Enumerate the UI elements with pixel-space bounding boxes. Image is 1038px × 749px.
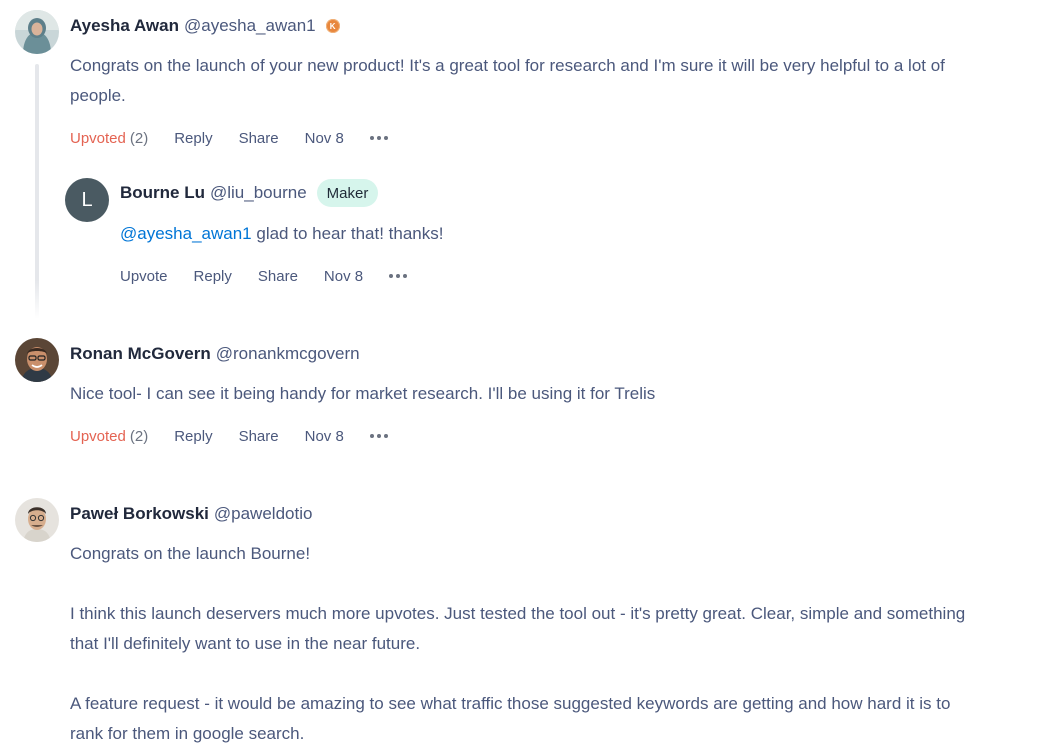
share-button[interactable]: Share <box>239 428 279 445</box>
upvote-count: (2) <box>129 427 149 445</box>
comment-actions: Upvoted (2) Reply Share Nov 8 <box>70 424 388 448</box>
more-options-icon[interactable] <box>389 274 408 278</box>
share-button[interactable]: Share <box>239 130 279 147</box>
upvote-label: Upvoted <box>70 129 126 147</box>
avatar[interactable] <box>15 498 59 542</box>
author-handle[interactable]: @ayesha_awan1 <box>184 16 316 36</box>
comment-body-line <box>70 569 965 599</box>
comment-body: @ayesha_awan1 glad to hear that! thanks! <box>120 219 444 249</box>
avatar[interactable] <box>15 10 59 54</box>
reply-button[interactable]: Reply <box>174 130 212 147</box>
author-handle[interactable]: @paweldotio <box>214 504 313 524</box>
upvote-button[interactable]: Upvoted (2) <box>70 130 148 147</box>
comment-body-line: Congrats on the launch of your new produ… <box>70 56 945 75</box>
maker-badge: Maker <box>316 179 379 207</box>
author-name[interactable]: Bourne Lu <box>120 183 205 203</box>
author-name[interactable]: Ronan McGovern <box>70 344 211 364</box>
avatar[interactable] <box>15 338 59 382</box>
reply-button[interactable]: Reply <box>174 428 212 445</box>
comment-actions: Upvoted (2) Reply Share Nov 8 <box>70 126 388 150</box>
comment-body-line: I think this launch deservers much more … <box>70 604 966 623</box>
user-mention-link[interactable]: @ayesha_awan1 <box>120 224 252 243</box>
comment-body: Congrats on the launch Bourne! I think t… <box>70 539 965 749</box>
thread-line <box>35 64 39 319</box>
comment-date[interactable]: Nov 8 <box>305 428 344 445</box>
upvote-button[interactable]: Upvoted (2) <box>70 428 148 445</box>
upvote-label: Upvoted <box>70 427 126 445</box>
avatar-letter: L <box>81 188 93 211</box>
comment-body-line: rank for them in google search. <box>70 724 305 743</box>
comment-body: Congrats on the launch of your new produ… <box>70 51 945 111</box>
more-options-icon[interactable] <box>369 434 388 438</box>
comment-date[interactable]: Nov 8 <box>324 268 363 285</box>
comment-body-text: glad to hear that! thanks! <box>251 224 444 243</box>
comment-body-line: that I'll definitely want to use in the … <box>70 634 421 653</box>
avatar[interactable]: L <box>65 178 109 222</box>
comment-actions: Upvote Reply Share Nov 8 <box>120 264 408 288</box>
author-name[interactable]: Ayesha Awan <box>70 16 179 36</box>
author-name[interactable]: Paweł Borkowski <box>70 504 209 524</box>
comment-body-line: people. <box>70 86 126 105</box>
karma-badge: K <box>325 19 340 33</box>
author-handle[interactable]: @ronankmcgovern <box>216 344 360 364</box>
comment-body-line: Congrats on the launch Bourne! <box>70 544 311 563</box>
upvote-count: (2) <box>129 129 149 147</box>
upvote-button[interactable]: Upvote <box>120 268 168 285</box>
share-button[interactable]: Share <box>258 268 298 285</box>
comment-body-line: Nice tool- I can see it being handy for … <box>70 384 656 403</box>
comment-body-line: A feature request - it would be amazing … <box>70 694 951 713</box>
comment-body-line <box>70 659 965 689</box>
reply-button[interactable]: Reply <box>194 268 232 285</box>
comment-body: Nice tool- I can see it being handy for … <box>70 379 655 409</box>
author-handle[interactable]: @liu_bourne <box>210 183 307 203</box>
comment-date[interactable]: Nov 8 <box>305 130 344 147</box>
more-options-icon[interactable] <box>369 136 388 140</box>
